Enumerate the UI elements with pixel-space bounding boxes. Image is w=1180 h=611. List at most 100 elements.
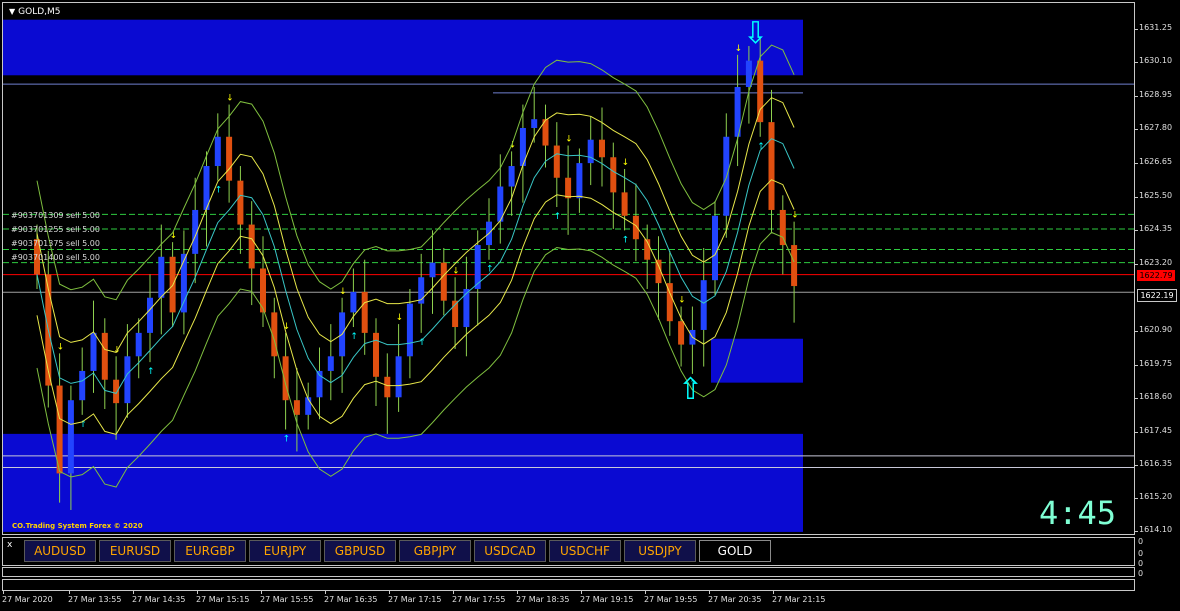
candle-body bbox=[90, 332, 97, 371]
candle-body bbox=[293, 400, 300, 415]
sub-scale: 0 0 0 0 bbox=[1138, 537, 1180, 578]
symbol-gold-button[interactable]: GOLD bbox=[699, 540, 771, 562]
symbol-audusd-button[interactable]: AUDUSD bbox=[24, 540, 96, 562]
candle-body bbox=[700, 280, 707, 330]
candle-body bbox=[440, 262, 447, 301]
time-tick: 27 Mar 21:15 bbox=[772, 591, 826, 604]
buy-arrow-icon: ↑ bbox=[622, 235, 630, 245]
price-tick: 1631.25 bbox=[1134, 23, 1173, 32]
symbol-usdchf-button[interactable]: USDCHF bbox=[549, 540, 621, 562]
sell-arrow-icon: ↓ bbox=[396, 313, 404, 323]
candle-body bbox=[553, 145, 560, 178]
resistance-zone bbox=[3, 19, 803, 76]
symbol-gbpusd-button[interactable]: GBPUSD bbox=[324, 540, 396, 562]
candle-body bbox=[678, 321, 685, 345]
candle-body bbox=[56, 385, 63, 474]
candle-body bbox=[757, 60, 764, 123]
candle-body bbox=[237, 180, 244, 225]
ask-price-tag: 1622.19 bbox=[1137, 289, 1177, 302]
candle-body bbox=[282, 356, 289, 401]
price-chart[interactable]: ↓ ↑ ↓ ↑ ↓ ↑ ↓ ↓ ↑ ↓ ↑ ↓ ↑ ↓ ↑ ↓ ↑ ↓ ↓ ↑ ↓ ↑ ↓ ↑ ↓ ⇩ ⇧ ▼ GOLD,M5 #90… bbox=[2, 2, 1135, 535]
time-tick: 27 Mar 19:15 bbox=[580, 591, 634, 604]
sell-arrow-icon: ↓ bbox=[622, 158, 630, 168]
symbol-panel: x AUDUSD EURUSD EURGBP EURJPY GBPUSD GBPJPY US… bbox=[2, 537, 1135, 566]
buy-arrow-icon: ↑ bbox=[350, 332, 358, 342]
order-label[interactable]: #903701400 sell 5.00 bbox=[11, 251, 100, 265]
symbol-eurjpy-button[interactable]: EURJPY bbox=[249, 540, 321, 562]
support-zone bbox=[3, 433, 803, 532]
time-tick: 27 Mar 17:15 bbox=[388, 591, 442, 604]
symbol-eurgbp-button[interactable]: EURGBP bbox=[174, 540, 246, 562]
candle-body bbox=[632, 215, 639, 240]
order-label[interactable]: #903701309 sell 5.00 bbox=[11, 209, 100, 223]
candle-body bbox=[768, 122, 775, 210]
price-tick: 1627.80 bbox=[1134, 123, 1173, 132]
candle-body bbox=[226, 136, 233, 181]
time-tick: 27 Mar 18:35 bbox=[516, 591, 570, 604]
candle-body bbox=[373, 332, 379, 377]
price-tick: 1624.35 bbox=[1134, 224, 1173, 233]
time-tick: 27 Mar 19:55 bbox=[644, 591, 698, 604]
candle-body bbox=[621, 192, 628, 216]
sell-arrow-icon: ↓ bbox=[565, 135, 573, 145]
sub-tick: 0 bbox=[1138, 537, 1144, 546]
price-tick: 1619.75 bbox=[1134, 359, 1173, 368]
candle-body bbox=[113, 379, 120, 404]
order-label[interactable]: #903701375 sell 5.00 bbox=[11, 237, 100, 251]
upper-band-line bbox=[36, 44, 795, 301]
candle-body bbox=[712, 215, 718, 281]
small-demand-zone bbox=[711, 338, 803, 383]
price-tick: 1626.65 bbox=[1134, 157, 1173, 166]
candle-body bbox=[779, 209, 786, 246]
candle-body bbox=[350, 291, 357, 313]
candle-body bbox=[124, 356, 131, 404]
price-tick: 1617.45 bbox=[1134, 426, 1173, 435]
candle-body bbox=[531, 119, 538, 128]
symbol-eurusd-button[interactable]: EURUSD bbox=[99, 540, 171, 562]
big-sell-arrow-icon: ⇩ bbox=[743, 16, 768, 51]
price-tick: 1628.95 bbox=[1134, 90, 1173, 99]
symbol-gbpjpy-button[interactable]: GBPJPY bbox=[399, 540, 471, 562]
candle-body bbox=[406, 303, 413, 357]
candle-body bbox=[361, 291, 368, 333]
candle-body bbox=[610, 157, 617, 193]
symbol-bar: AUDUSD EURUSD EURGBP EURJPY GBPUSD GBPJPY USDC… bbox=[24, 540, 771, 562]
buy-arrow-icon: ↑ bbox=[147, 367, 155, 377]
countdown-timer: 4:45 bbox=[1038, 494, 1116, 532]
candle-body bbox=[791, 245, 798, 287]
candle-body bbox=[327, 356, 334, 371]
copyright-label: CO.Trading System Forex © 2020 bbox=[12, 522, 143, 530]
time-tick: 27 Mar 14:35 bbox=[132, 591, 186, 604]
chart-canvas[interactable]: ↓↑↓↑↓↑↓↓↑↓↑↓↑↓ ↑↓↑↓↓↑↓↑↓↑↓⇩⇧ bbox=[3, 3, 1134, 534]
close-icon[interactable]: x bbox=[7, 540, 12, 550]
symbol-usdcad-button[interactable]: USDCAD bbox=[474, 540, 546, 562]
sell-arrow-icon: ↓ bbox=[57, 342, 65, 352]
price-scale[interactable]: 1631.25 1630.10 1628.95 1627.80 1626.65 … bbox=[1134, 2, 1180, 535]
sell-arrow-icon: ↓ bbox=[452, 266, 460, 276]
price-tick: 1616.35 bbox=[1134, 459, 1173, 468]
sub-tick: 0 bbox=[1138, 549, 1144, 558]
candle-body bbox=[214, 136, 221, 167]
big-buy-arrow-icon: ⇧ bbox=[678, 372, 703, 407]
time-tick: 27 Mar 20:35 bbox=[708, 591, 762, 604]
sell-arrow-icon: ↓ bbox=[339, 287, 347, 297]
candle-body bbox=[395, 356, 402, 398]
chart-menu-icon[interactable]: ▼ bbox=[9, 7, 15, 16]
time-tick: 27 Mar 16:35 bbox=[324, 591, 378, 604]
price-tick: 1615.20 bbox=[1134, 492, 1173, 501]
order-label[interactable]: #903701255 sell 5.00 bbox=[11, 223, 100, 237]
sub-tick: 0 bbox=[1138, 569, 1144, 578]
candle-body bbox=[158, 256, 165, 298]
candle-body bbox=[599, 139, 605, 158]
time-tick: 27 Mar 15:15 bbox=[196, 591, 250, 604]
price-tick: 1618.60 bbox=[1134, 392, 1173, 401]
sell-arrow-icon: ↓ bbox=[678, 296, 686, 306]
candle-body bbox=[429, 262, 436, 278]
candle-body bbox=[576, 163, 583, 199]
symbol-usdjpy-button[interactable]: USDJPY bbox=[624, 540, 696, 562]
price-tick: 1620.90 bbox=[1134, 325, 1173, 334]
time-tick: 27 Mar 13:55 bbox=[68, 591, 122, 604]
candle-body bbox=[67, 400, 74, 474]
buy-arrow-icon: ↑ bbox=[554, 212, 562, 222]
candle-body bbox=[745, 60, 752, 88]
